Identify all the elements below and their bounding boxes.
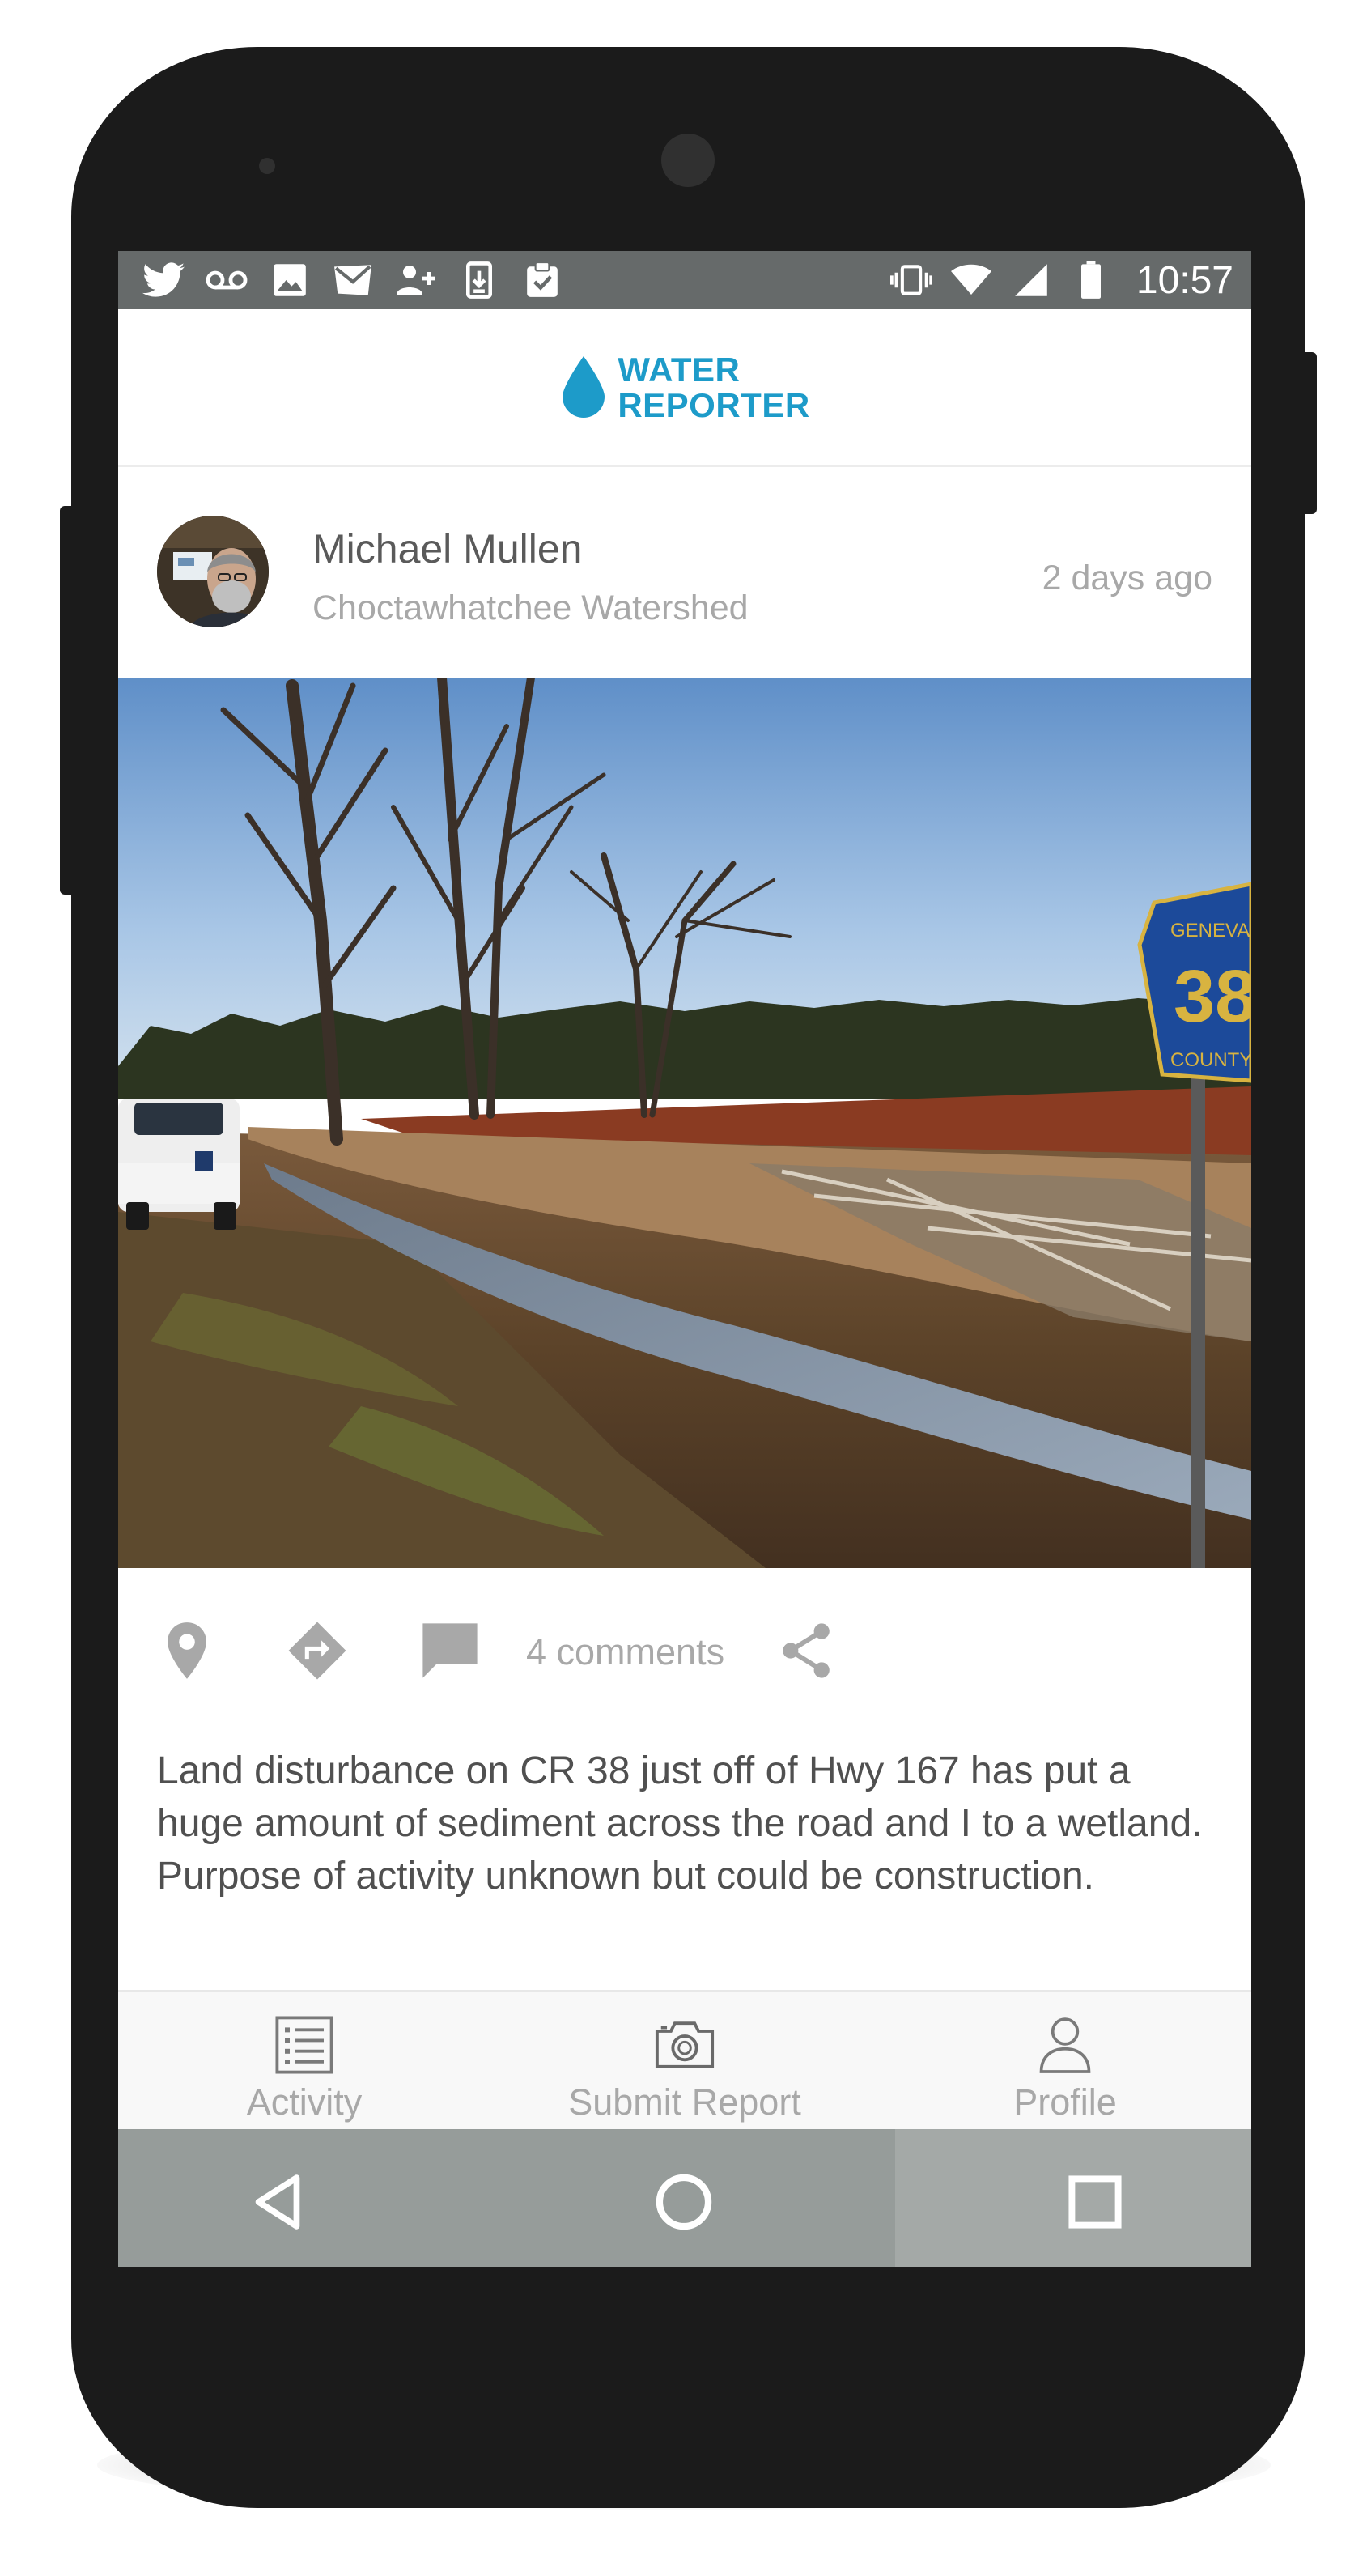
post-header: Michael Mullen Choctawhatchee Watershed … (118, 467, 1251, 678)
voicemail-icon (206, 262, 248, 298)
bottom-navigation: Activity Submit Report Profile (118, 1990, 1251, 2129)
nav-profile[interactable]: Profile (903, 1992, 1227, 2132)
twitter-icon (142, 262, 185, 298)
camera-icon (652, 2013, 717, 2077)
status-bar: 10:57 (118, 251, 1251, 309)
location-pin-icon[interactable] (155, 1618, 219, 1683)
water-reporter-logo[interactable]: WATER REPORTER (559, 350, 810, 424)
share-icon[interactable] (774, 1618, 838, 1683)
person-icon (1033, 2013, 1097, 2077)
author-group[interactable]: Choctawhatchee Watershed (312, 589, 749, 628)
author-avatar[interactable] (157, 516, 269, 627)
phone-screen: 10:57 WATER REPORTER Michael Mullen Choc… (118, 251, 1251, 2267)
recents-icon[interactable] (1059, 2166, 1131, 2238)
system-navigation-bar (118, 2129, 1251, 2267)
logo-text-line1: WATER (618, 350, 741, 389)
clipboard-check-icon (521, 261, 563, 298)
post-photo[interactable]: GENEVA 38 COUNTY (118, 673, 1251, 1568)
nav-submit-report-label: Submit Report (568, 2081, 801, 2123)
front-camera (661, 134, 715, 187)
logo-text-line2: REPORTER (618, 385, 810, 424)
post-timestamp: 2 days ago (1042, 559, 1212, 597)
vibrate-icon (889, 262, 932, 298)
sign-bottom-text: COUNTY (1170, 1049, 1251, 1071)
back-icon[interactable] (241, 2166, 314, 2238)
nav-submit-report[interactable]: Submit Report (523, 1992, 847, 2132)
image-icon (269, 262, 311, 298)
post-description: Land disturbance on CR 38 just off of Hw… (157, 1749, 1203, 1898)
sign-top-text: GENEVA (1170, 920, 1250, 942)
nav-profile-label: Profile (1013, 2081, 1117, 2123)
nav-activity[interactable]: Activity (142, 1992, 466, 2132)
comment-icon[interactable] (418, 1618, 482, 1683)
directions-icon[interactable] (285, 1618, 350, 1683)
author-name[interactable]: Michael Mullen (312, 525, 582, 572)
mail-icon (332, 262, 374, 298)
post-actions: 4 comments (118, 1568, 1251, 1726)
truck (118, 1099, 240, 1230)
home-icon[interactable] (647, 2166, 720, 2238)
battery-icon (1070, 261, 1112, 299)
add-user-icon (395, 262, 437, 298)
comments-count[interactable]: 4 comments (526, 1631, 724, 1673)
sign-number-text: 38 (1174, 955, 1251, 1038)
app-header: WATER REPORTER (118, 309, 1251, 467)
signal-icon (1010, 262, 1052, 298)
list-icon (272, 2013, 337, 2077)
download-icon (458, 261, 500, 299)
status-time: 10:57 (1136, 258, 1233, 302)
wifi-icon (950, 262, 992, 298)
sensor-dot (259, 158, 275, 174)
nav-activity-label: Activity (246, 2081, 363, 2123)
water-drop-icon (559, 353, 608, 422)
